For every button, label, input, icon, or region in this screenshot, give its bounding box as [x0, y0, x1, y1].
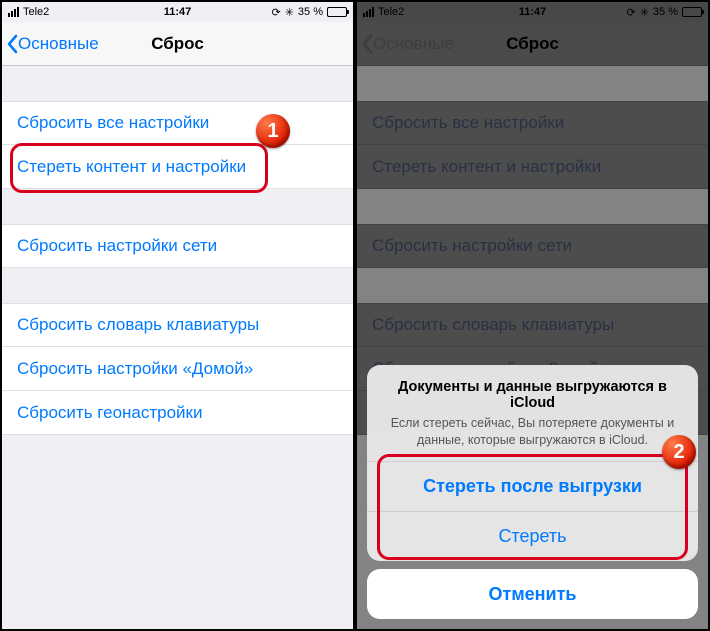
- reset-all-settings[interactable]: Сбросить все настройки: [2, 101, 353, 145]
- reset-keyboard-dictionary[interactable]: Сбросить словарь клавиатуры: [2, 303, 353, 347]
- nav-title: Сброс: [2, 34, 353, 54]
- action-sheet-message: Если стереть сейчас, Вы потеряете докуме…: [385, 415, 680, 449]
- settings-group-2: Сбросить настройки сети: [2, 224, 353, 268]
- cell-label: Сбросить настройки сети: [17, 236, 217, 256]
- reset-location-settings[interactable]: Сбросить геонастройки: [2, 391, 353, 435]
- erase-after-upload-button[interactable]: Стереть после выгрузки: [367, 461, 698, 511]
- cancel-button[interactable]: Отменить: [367, 569, 698, 619]
- settings-group-1: Сбросить все настройки Стереть контент и…: [2, 101, 353, 189]
- cell-label: Сбросить все настройки: [17, 113, 209, 133]
- cell-label: Сбросить словарь клавиатуры: [17, 315, 259, 335]
- erase-now-button[interactable]: Стереть: [367, 511, 698, 561]
- phone-right: Tele2 11:47 ⟳ ✳ 35 % Основные Сброс Сбро…: [357, 2, 708, 629]
- reset-home-layout[interactable]: Сбросить настройки «Домой»: [2, 347, 353, 391]
- cell-label: Сбросить настройки «Домой»: [17, 359, 253, 379]
- action-sheet-main: Документы и данные выгружаются в iCloud …: [367, 365, 698, 561]
- erase-content-settings[interactable]: Стереть контент и настройки: [2, 145, 353, 189]
- status-bar: Tele2 11:47 ⟳ ✳ 35 %: [2, 2, 353, 22]
- action-sheet-title: Документы и данные выгружаются в iCloud: [385, 379, 680, 411]
- button-label: Стереть: [498, 526, 566, 547]
- cell-label: Стереть контент и настройки: [17, 157, 246, 177]
- action-sheet: Документы и данные выгружаются в iCloud …: [367, 365, 698, 619]
- phone-left: Tele2 11:47 ⟳ ✳ 35 % Основные Сброс Сбро…: [2, 2, 353, 629]
- status-time: 11:47: [2, 6, 353, 18]
- reset-network-settings[interactable]: Сбросить настройки сети: [2, 224, 353, 268]
- button-label: Стереть после выгрузки: [423, 476, 642, 497]
- action-sheet-header: Документы и данные выгружаются в iCloud …: [367, 365, 698, 461]
- settings-group-3: Сбросить словарь клавиатуры Сбросить нас…: [2, 303, 353, 435]
- cell-label: Сбросить геонастройки: [17, 403, 203, 423]
- button-label: Отменить: [489, 584, 577, 605]
- battery-icon: [327, 7, 347, 17]
- nav-bar: Основные Сброс: [2, 22, 353, 66]
